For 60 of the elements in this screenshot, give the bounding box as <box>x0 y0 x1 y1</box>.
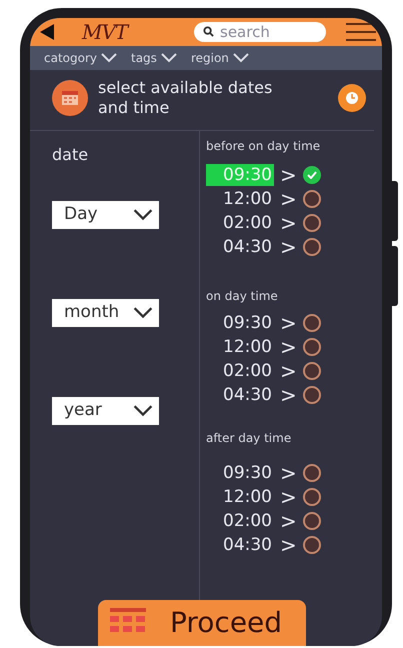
arrow-text: > <box>280 535 297 555</box>
filter-dropdown[interactable]: tags <box>131 49 177 67</box>
time-slot[interactable]: 02:00 <box>206 510 274 532</box>
section-title: on day time <box>206 288 279 305</box>
section-title: before on day time <box>206 138 322 155</box>
section-title: after day time <box>206 430 292 447</box>
arrow-text: > <box>280 165 297 185</box>
time-slot[interactable]: 12:00 <box>206 486 274 508</box>
logo: MVT <box>82 22 128 42</box>
chevron-down-icon <box>232 53 249 63</box>
search-field[interactable]: search <box>194 22 326 42</box>
arrow-text: > <box>280 511 297 531</box>
arrow-text: > <box>280 487 297 507</box>
time-slot[interactable]: 12:00 <box>206 188 274 210</box>
chevron-down-icon <box>101 53 117 63</box>
radio-circle[interactable] <box>302 314 321 332</box>
arrow-text: > <box>280 213 297 233</box>
page-title: select available dates and time <box>98 78 274 118</box>
arrow-text: > <box>280 361 297 381</box>
radio-circle[interactable] <box>302 362 321 380</box>
radio-circle[interactable] <box>302 464 321 482</box>
radio-circle[interactable] <box>302 238 321 256</box>
calendar-icon <box>52 80 88 116</box>
radio-circle[interactable] <box>302 488 321 506</box>
time-slot[interactable]: 04:30 <box>206 384 274 406</box>
date-dropdown[interactable]: month <box>52 299 159 327</box>
menu-icon[interactable] <box>346 22 376 42</box>
time-slot[interactable]: 09:30 <box>206 312 274 334</box>
date-label: date <box>52 144 90 166</box>
date-dropdown[interactable]: Day <box>52 201 159 229</box>
clock-icon[interactable] <box>338 84 366 112</box>
arrow-text: > <box>280 189 297 209</box>
arrow-text: > <box>280 313 297 333</box>
arrow-text: > <box>280 385 297 405</box>
chevron-down-icon <box>133 307 153 319</box>
time-slot[interactable]: 09:30 <box>206 462 274 484</box>
chevron-down-icon <box>133 405 153 417</box>
radio-circle[interactable] <box>302 190 321 208</box>
radio-circle[interactable] <box>302 536 321 554</box>
arrow-text: > <box>280 463 297 483</box>
filter-dropdown[interactable]: catogory <box>44 49 117 67</box>
time-slot[interactable]: 02:00 <box>206 212 274 234</box>
date-dropdown[interactable]: year <box>52 397 159 425</box>
arrow-text: > <box>280 337 297 357</box>
back-icon[interactable] <box>40 24 54 40</box>
filter-dropdown[interactable]: region <box>190 49 249 67</box>
chevron-down-icon <box>160 53 177 63</box>
check-icon[interactable] <box>302 166 321 184</box>
time-slot[interactable]: 02:00 <box>206 360 274 382</box>
radio-circle[interactable] <box>302 512 321 530</box>
search-icon <box>203 26 214 37</box>
time-slot[interactable]: 04:30 <box>206 534 274 556</box>
time-slot[interactable]: 04:30 <box>206 236 274 258</box>
proceed-button[interactable]: Proceed <box>98 600 306 646</box>
radio-circle[interactable] <box>302 338 321 356</box>
chevron-down-icon <box>133 209 153 221</box>
radio-circle[interactable] <box>302 386 321 404</box>
arrow-text: > <box>280 237 297 257</box>
time-slot[interactable]: 12:00 <box>206 336 274 358</box>
radio-circle[interactable] <box>302 214 321 232</box>
